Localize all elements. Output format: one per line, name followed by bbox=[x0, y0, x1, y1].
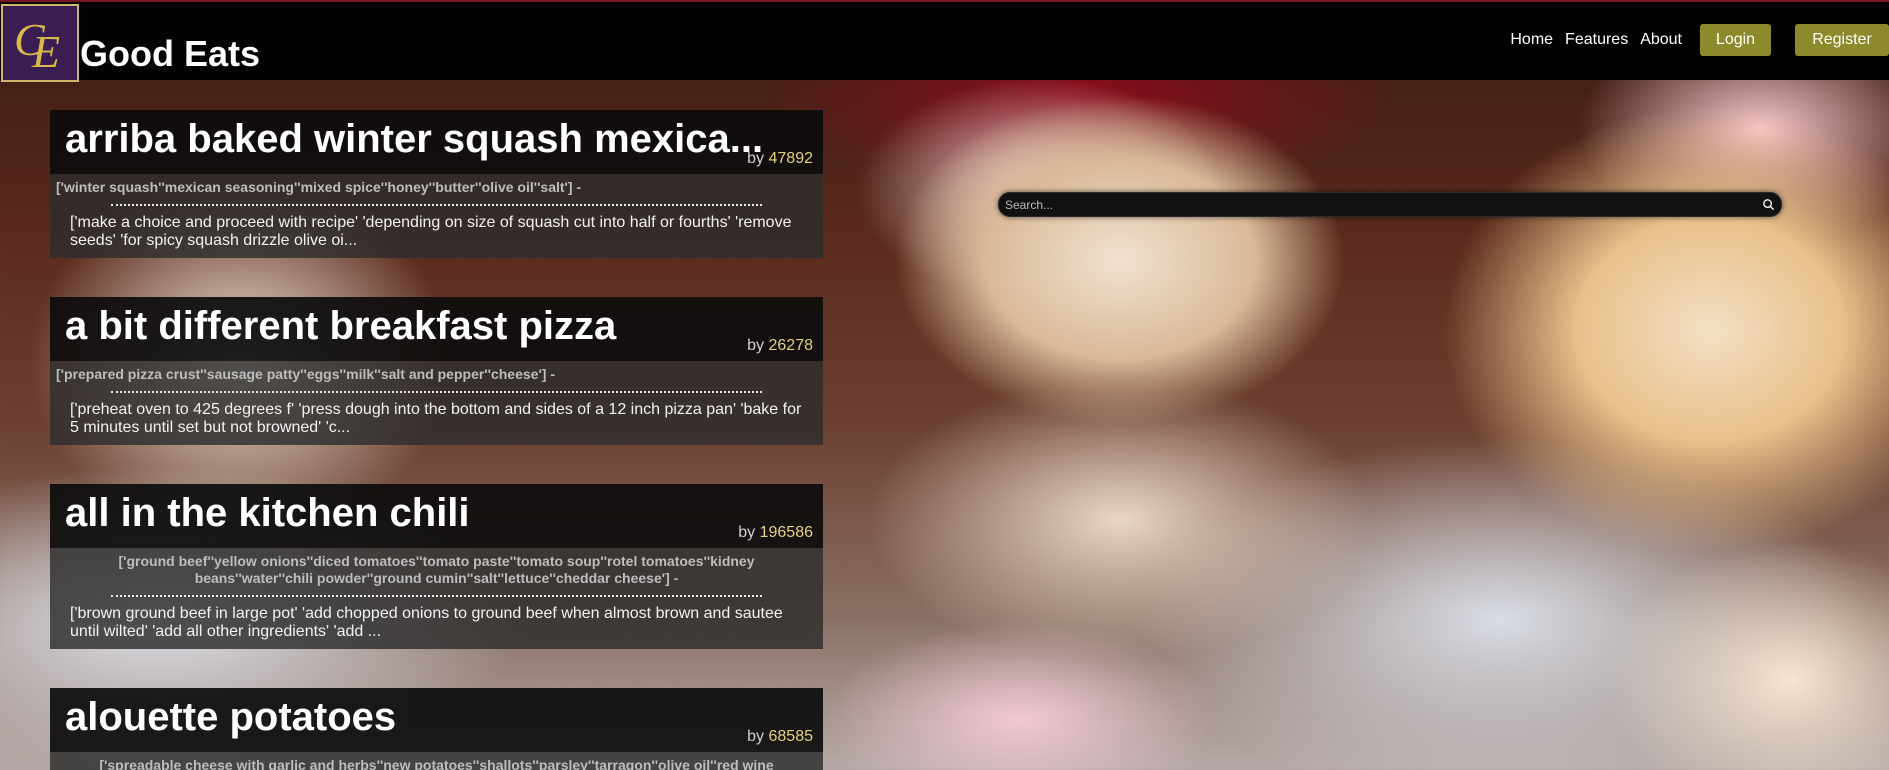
recipe-card-body: ['ground beef''yellow onions''diced toma… bbox=[50, 548, 823, 649]
logo-monogram-icon: C E bbox=[14, 14, 60, 75]
svg-text:E: E bbox=[31, 26, 60, 75]
author-id[interactable]: 26278 bbox=[769, 337, 814, 354]
by-label: by bbox=[738, 524, 756, 541]
recipe-author: by 68585 bbox=[747, 728, 813, 746]
recipe-card-body: ['spreadable cheese with garlic and herb… bbox=[50, 752, 823, 770]
recipe-ingredients: ['prepared pizza crust''sausage patty''e… bbox=[56, 366, 555, 382]
search-bar bbox=[998, 192, 1782, 217]
recipe-title[interactable]: a bit different breakfast pizza bbox=[65, 303, 616, 349]
author-id[interactable]: 196586 bbox=[760, 524, 813, 541]
search-icon[interactable] bbox=[1762, 198, 1775, 211]
login-button[interactable]: Login bbox=[1700, 24, 1771, 56]
nav-about-link[interactable]: About bbox=[1640, 31, 1682, 49]
recipe-card[interactable]: arriba baked winter squash mexica... by … bbox=[50, 110, 823, 258]
divider bbox=[111, 204, 762, 206]
nav-menu: Home Features About Login Register bbox=[1510, 24, 1889, 56]
recipe-steps: ['preheat oven to 425 degrees f' 'press … bbox=[70, 401, 802, 436]
recipe-title[interactable]: arriba baked winter squash mexica... bbox=[65, 116, 763, 162]
register-button[interactable]: Register bbox=[1795, 24, 1889, 56]
recipe-ingredients: ['winter squash''mexican seasoning''mixe… bbox=[56, 179, 582, 195]
divider bbox=[111, 595, 762, 597]
search-input[interactable] bbox=[1005, 193, 1745, 216]
recipe-title[interactable]: all in the kitchen chili bbox=[65, 490, 470, 536]
recipe-card-body: ['prepared pizza crust''sausage patty''e… bbox=[50, 361, 823, 445]
author-id[interactable]: 47892 bbox=[769, 150, 814, 167]
recipe-author: by 47892 bbox=[747, 150, 813, 168]
by-label: by bbox=[747, 337, 765, 354]
divider bbox=[111, 391, 762, 393]
by-label: by bbox=[747, 150, 765, 167]
recipe-card-header: a bit different breakfast pizza by 26278 bbox=[50, 297, 823, 361]
recipe-title[interactable]: alouette potatoes bbox=[65, 694, 396, 740]
recipe-ingredients: ['ground beef''yellow onions''diced toma… bbox=[118, 553, 755, 586]
recipe-card[interactable]: a bit different breakfast pizza by 26278… bbox=[50, 297, 823, 445]
recipe-ingredients: ['spreadable cheese with garlic and herb… bbox=[99, 757, 774, 770]
top-navbar: C E Good Eats Home Features About Login … bbox=[0, 0, 1889, 82]
nav-home-link[interactable]: Home bbox=[1510, 31, 1553, 49]
nav-features-link[interactable]: Features bbox=[1565, 31, 1628, 49]
by-label: by bbox=[747, 728, 765, 745]
recipe-card-header: all in the kitchen chili by 196586 bbox=[50, 484, 823, 548]
recipe-card[interactable]: all in the kitchen chili by 196586 ['gro… bbox=[50, 484, 823, 649]
recipe-card-header: alouette potatoes by 68585 bbox=[50, 688, 823, 752]
recipe-steps: ['brown ground beef in large pot' 'add c… bbox=[70, 605, 783, 640]
recipe-card[interactable]: alouette potatoes by 68585 ['spreadable … bbox=[50, 688, 823, 770]
recipe-card-header: arriba baked winter squash mexica... by … bbox=[50, 110, 823, 174]
logo[interactable]: C E bbox=[1, 4, 79, 82]
recipe-card-body: ['winter squash''mexican seasoning''mixe… bbox=[50, 174, 823, 258]
brand-name[interactable]: Good Eats bbox=[80, 33, 260, 75]
author-id[interactable]: 68585 bbox=[769, 728, 814, 745]
recipe-steps: ['make a choice and proceed with recipe'… bbox=[70, 214, 792, 249]
recipe-author: by 196586 bbox=[738, 524, 813, 542]
recipe-author: by 26278 bbox=[747, 337, 813, 355]
